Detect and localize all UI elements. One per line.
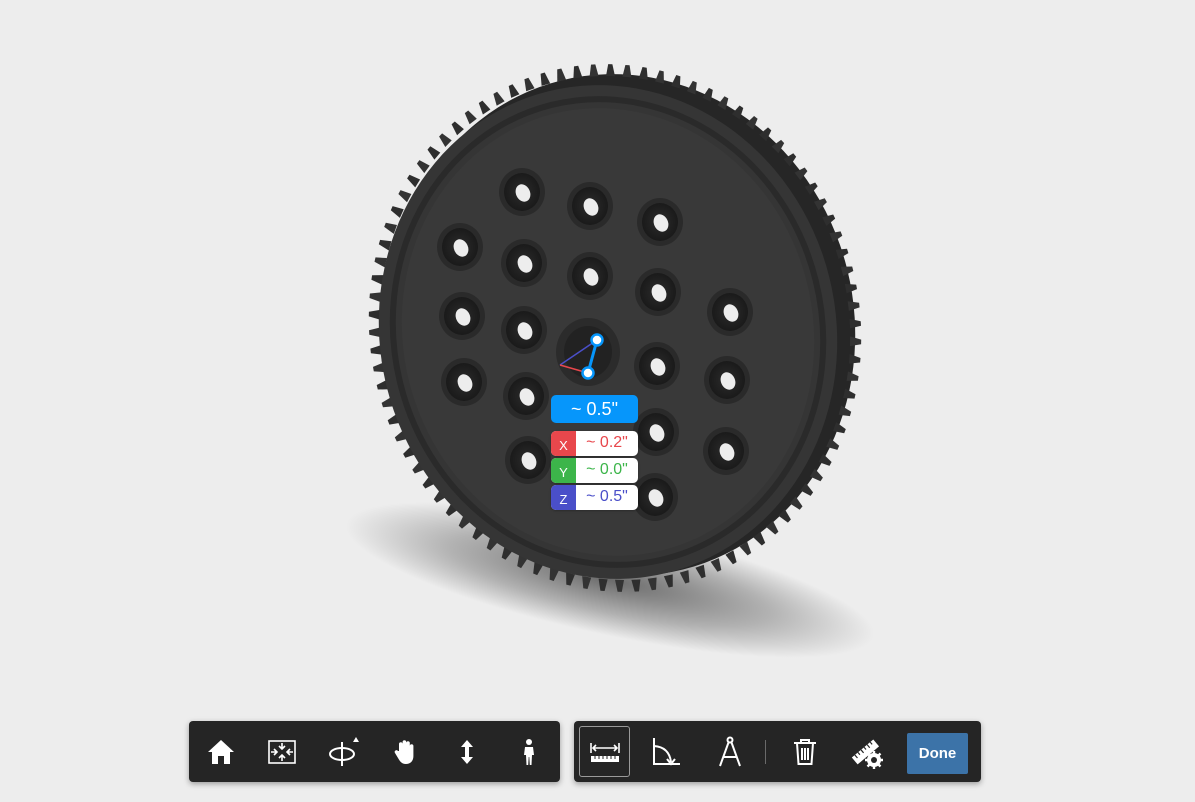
gear-tooth [439,133,452,147]
y-axis-tag: Y [551,458,576,483]
gear-tooth [638,67,648,80]
measure-toolbar: Done [574,721,981,782]
gear-hole [439,292,485,340]
gear-tooth [464,110,477,125]
z-delta-label: Z ~ 0.5" [551,485,638,510]
x-delta-value: ~ 0.2" [586,434,628,451]
zoom-button[interactable] [441,726,492,777]
first-person-button[interactable] [503,726,554,777]
first-person-icon [523,738,534,765]
z-delta-value: ~ 0.5" [586,488,628,505]
orbit-icon [328,736,359,766]
gear-tooth [371,275,384,285]
gear-hole [567,252,613,300]
fit-to-view-icon [267,739,296,764]
gear-hole [505,436,551,484]
gear-tooth [369,292,382,302]
gear-hole [503,372,549,420]
gear-tooth [451,121,464,136]
measure-point-end[interactable] [581,366,595,380]
gear-tooth [848,354,861,364]
gear-tooth [416,160,430,174]
y-delta-value: ~ 0.0" [586,461,628,478]
gear-tooth [524,77,535,92]
distance-measure-icon [589,742,620,762]
distance-label: ~ 0.5" [551,395,638,423]
gear-hole [501,239,547,287]
gear-tooth [369,327,381,338]
gear-tooth [846,371,859,381]
angle-measure-icon [652,737,680,766]
gear-tooth [573,65,583,79]
measure-settings-icon [851,739,883,769]
gear-tooth [589,64,599,77]
pan-icon [394,739,413,764]
gear-tooth [557,68,567,82]
gear-hole [707,288,753,336]
toolbar-separator [765,740,766,764]
gear-hole [632,473,678,521]
gear-tooth [493,91,505,106]
zoom-icon [460,739,473,764]
gear-hole [437,223,483,271]
home-button[interactable] [195,726,246,777]
area-measure-button[interactable] [704,726,755,777]
gear-tooth [850,336,862,347]
measure-settings-button[interactable] [841,726,892,777]
measure-point-start[interactable] [590,333,604,347]
gear-tooth [478,100,491,115]
gear-tooth [407,174,421,188]
z-axis-tag: Z [551,485,576,510]
gear-tooth [427,146,441,160]
x-axis-tag: X [551,431,576,456]
done-button[interactable]: Done [907,733,968,774]
gear-tooth [655,70,664,84]
gear-hole [567,182,613,230]
y-delta-label: Y ~ 0.0" [551,458,638,483]
area-measure-icon [718,736,741,766]
angle-measure-button[interactable] [640,726,691,777]
gear-tooth [508,84,520,98]
gear-tooth [368,309,380,320]
gear-hole [637,198,683,246]
gear-hole [703,427,749,475]
gear-tooth [606,64,615,77]
delete-measurement-button[interactable] [779,726,830,777]
gear-hole [704,356,750,404]
pan-button[interactable] [379,726,430,777]
home-icon [207,739,234,764]
gear-tooth [849,318,861,329]
delete-icon [793,738,816,765]
orbit-button[interactable] [318,726,369,777]
fit-to-view-button[interactable] [256,726,307,777]
gear-hole [633,408,679,456]
gear-tooth [540,72,551,86]
navigation-toolbar [189,721,560,782]
gear-hole [634,342,680,390]
gear-hole [501,306,547,354]
x-delta-label: X ~ 0.2" [551,431,638,456]
gear-tooth [622,65,632,78]
gear-hole [635,268,681,316]
gear-hole [499,168,545,216]
distance-measure-button[interactable] [579,726,630,777]
gear-hole [441,358,487,406]
